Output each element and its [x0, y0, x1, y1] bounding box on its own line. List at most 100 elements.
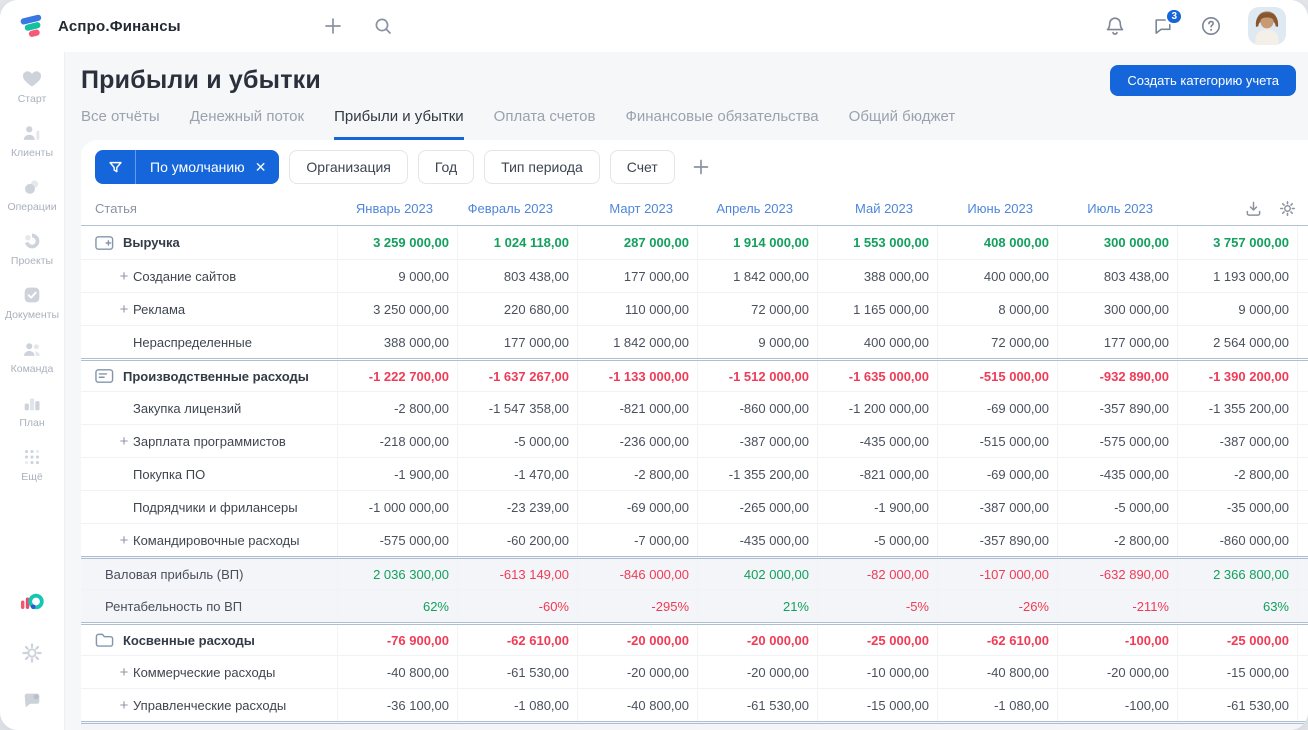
cell-value: -40 800,00 — [937, 656, 1057, 688]
tab-all-reports[interactable]: Все отчёты — [81, 108, 160, 140]
row-label: Валовая прибыль (ВП) — [105, 566, 244, 582]
filter-chip-year[interactable]: Год — [417, 150, 475, 184]
table-row[interactable]: Нераспределенные 388 000,00 177 000,00 1 84… — [81, 325, 1308, 358]
operations-icon — [21, 176, 43, 198]
cell-value: -15 000,00 — [817, 689, 937, 721]
cell-value: -632 890,00 — [1057, 559, 1177, 589]
expand-icon[interactable]: + — [115, 697, 133, 714]
sidebar-item-more[interactable]: Ещё — [0, 446, 64, 483]
cell-value: -1 000 000,00 — [337, 491, 457, 523]
feedback-icon[interactable] — [21, 690, 43, 712]
column-header-month[interactable]: Июнь 2023 — [937, 192, 1057, 225]
expand-icon[interactable]: + — [115, 268, 133, 285]
cell-value: -1 080,00 — [457, 689, 577, 721]
expand-icon[interactable]: + — [115, 532, 133, 549]
column-header-month[interactable]: Май 2023 — [817, 192, 937, 225]
app-window: Аспро.Финансы 3 Старт Клиенты Операции П… — [0, 0, 1308, 730]
cell-value: 400 000,00 — [817, 326, 937, 358]
cell-value: 1 193 000,00 — [1177, 260, 1297, 292]
tab-cash-flow[interactable]: Денежный поток — [190, 108, 304, 140]
create-category-button[interactable]: Создать категорию учета — [1110, 65, 1296, 96]
sidebar-item-team[interactable]: Команда — [0, 338, 64, 375]
chat-icon[interactable]: 3 — [1152, 8, 1183, 37]
tab-liabilities[interactable]: Финансовые обязательства — [625, 108, 818, 140]
add-icon[interactable] — [323, 16, 343, 36]
cell-value: -10 000,00 — [817, 656, 937, 688]
filter-chip-account[interactable]: Счет — [609, 150, 675, 184]
row-label: Зарплата программистов — [133, 433, 286, 449]
cell-value: 177 000,00 — [1057, 326, 1177, 358]
table-row[interactable]: Производственные расходы -1 222 700,00 -1 … — [81, 358, 1308, 391]
add-filter-icon[interactable] — [691, 157, 711, 177]
table-row[interactable]: Подрядчики и фрилансеры -1 000 000,00 -23 … — [81, 490, 1308, 523]
sidebar-item-documents[interactable]: Документы — [0, 284, 64, 321]
sidebar-item-projects[interactable]: Проекты — [0, 230, 64, 267]
expand-icon[interactable]: + — [115, 433, 133, 450]
column-header-month[interactable]: Январь 2023 — [337, 192, 457, 225]
sidebar-item-plan[interactable]: План — [0, 392, 64, 429]
cell-value: -387 000,00 — [697, 425, 817, 457]
cell-value: -2 800,00 — [1057, 524, 1177, 556]
table-row[interactable]: + Коммерческие расходы -40 800,00 -61 530,0… — [81, 655, 1308, 688]
table-row[interactable]: Покупка ПО -1 900,00 -1 470,00 -2 800,00 -1 … — [81, 457, 1308, 490]
column-header-month[interactable]: Март 2023 — [577, 192, 697, 225]
sidebar-item-start[interactable]: Старт — [0, 68, 64, 105]
cell-value: 3 259 000,00 — [337, 226, 457, 259]
table-row[interactable]: Косвенные расходы -76 900,00 -62 610,00 -20… — [81, 622, 1308, 655]
table-row[interactable]: + Командировочные расходы -575 000,00 -60 2… — [81, 523, 1308, 556]
tab-budget[interactable]: Общий бюджет — [849, 108, 956, 140]
cell-value: -20 000,00 — [697, 656, 817, 688]
gear-icon[interactable] — [21, 642, 43, 664]
download-icon[interactable] — [1245, 200, 1262, 217]
settings-icon[interactable] — [1279, 200, 1296, 217]
table-row[interactable]: Валовая прибыль (ВП) 2 036 300,00 -613 149… — [81, 556, 1308, 589]
cell-value: -1 900,00 — [337, 458, 457, 490]
topbar: Аспро.Финансы 3 — [0, 0, 1308, 52]
cell-value: -5 000,00 — [457, 425, 577, 457]
cell-value: -1 390 200,00 — [1177, 361, 1297, 391]
product-logo-icon[interactable] — [19, 590, 45, 616]
table-row[interactable]: + Реклама 3 250 000,00 220 680,00 110 000,00… — [81, 292, 1308, 325]
table-row[interactable]: + Зарплата программистов -218 000,00 -5 000… — [81, 424, 1308, 457]
cell-value: 803 438,00 — [457, 260, 577, 292]
bell-icon[interactable] — [1104, 15, 1126, 37]
tab-profit-loss[interactable]: Прибыли и убытки — [334, 108, 464, 140]
column-header-month[interactable]: Июль 2023 — [1057, 192, 1177, 225]
sidebar-item-operations[interactable]: Операции — [0, 176, 64, 213]
cell-value: -1 512 000,00 — [697, 361, 817, 391]
app-logo-icon — [18, 11, 48, 41]
sidebar-item-clients[interactable]: Клиенты — [0, 122, 64, 159]
brand-name: Аспро.Финансы — [58, 17, 181, 35]
table-row[interactable]: + Управленческие расходы -36 100,00 -1 080,… — [81, 688, 1308, 721]
cell-value: -5 000,00 — [1057, 491, 1177, 523]
avatar[interactable] — [1248, 7, 1286, 45]
help-icon[interactable] — [1200, 15, 1222, 37]
row-edge — [1297, 491, 1308, 523]
cell-value: 1 024 118,00 — [457, 226, 577, 259]
cell-value: 62% — [337, 590, 457, 622]
active-filter-label: По умолчанию — [150, 159, 245, 175]
column-header-month[interactable]: Апрель 2023 — [697, 192, 817, 225]
row-label: Управленческие расходы — [133, 697, 287, 713]
close-icon[interactable]: ✕ — [253, 159, 280, 176]
filter-chip-period-type[interactable]: Тип периода — [484, 150, 600, 184]
cell-value: -387 000,00 — [937, 491, 1057, 523]
tab-invoices[interactable]: Оплата счетов — [494, 108, 596, 140]
table-row[interactable]: Выручка 3 259 000,00 1 024 118,00 287 000,0… — [81, 226, 1308, 259]
cell-value: 408 000,00 — [937, 226, 1057, 259]
row-label: Рентабельность по ВП — [105, 598, 243, 614]
table-row[interactable]: + Создание сайтов 9 000,00 803 438,00 177 00… — [81, 259, 1308, 292]
page-header: Прибыли и убытки Создать категорию учета… — [65, 52, 1308, 140]
cell-value: -40 800,00 — [337, 656, 457, 688]
expand-icon[interactable]: + — [115, 301, 133, 318]
active-filter[interactable]: По умолчанию ✕ — [95, 150, 280, 184]
row-label: Покупка ПО — [133, 466, 206, 482]
table-row[interactable]: Закупка лицензий -2 800,00 -1 547 358,00 -8… — [81, 391, 1308, 424]
filter-chip-organization[interactable]: Организация — [289, 150, 408, 184]
cell-value: -1 080,00 — [937, 689, 1057, 721]
cell-value: 3 250 000,00 — [337, 293, 457, 325]
column-header-month[interactable]: Февраль 2023 — [457, 192, 577, 225]
search-icon[interactable] — [373, 16, 393, 36]
expand-icon[interactable]: + — [115, 664, 133, 681]
table-row[interactable]: Рентабельность по ВП 62% -60% -295% 21% -5% -2… — [81, 589, 1308, 622]
